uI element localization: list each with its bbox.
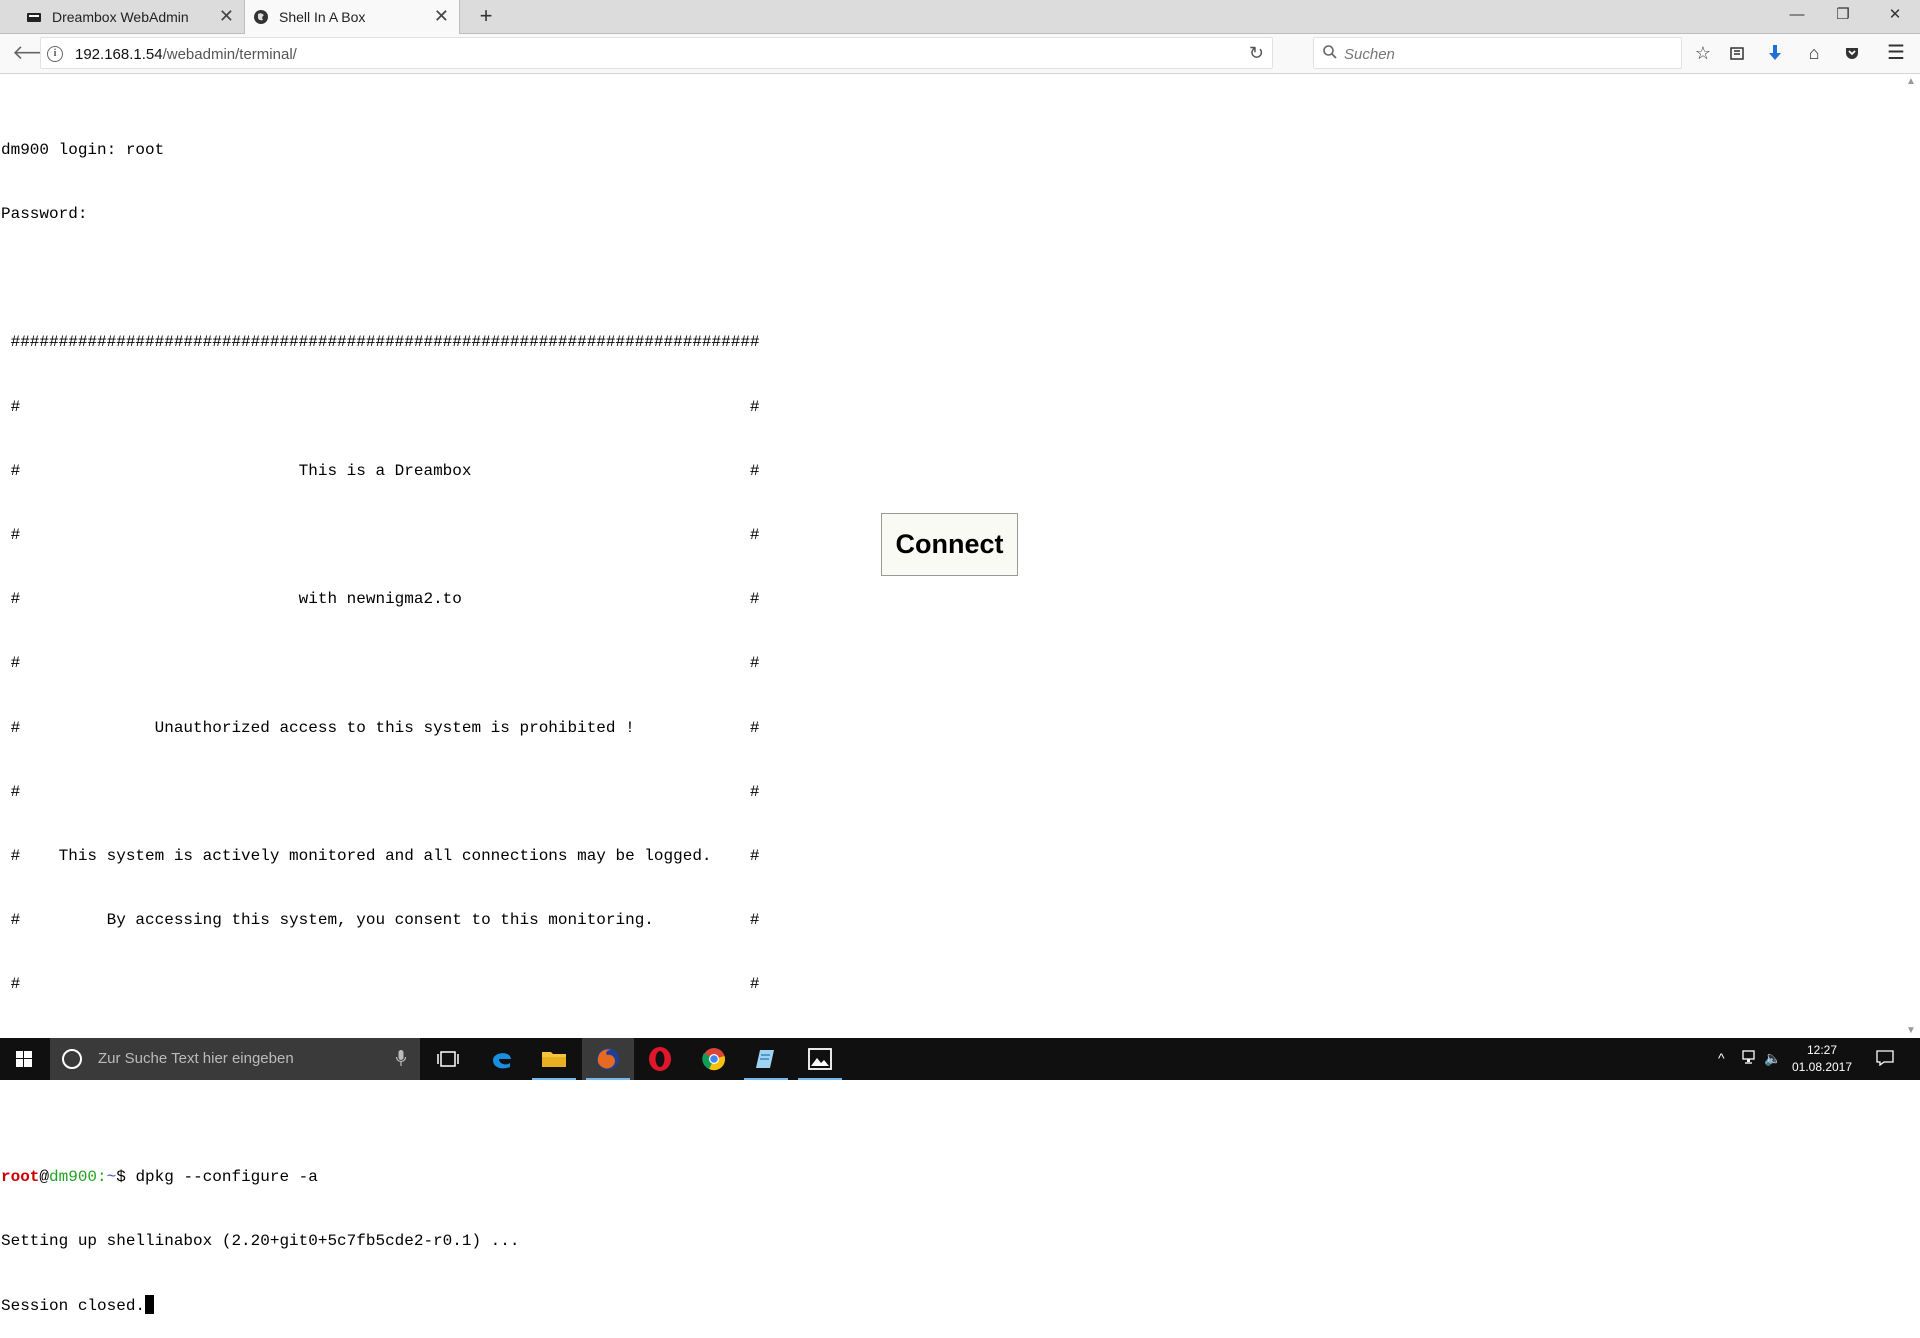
terminal-line: # Unauthorized access to this system is … — [1, 718, 760, 737]
taskbar-clock[interactable]: 12:27 01.08.2017 — [1782, 1042, 1862, 1076]
terminal-line: # This system is actively monitored and … — [1, 847, 760, 866]
terminal-line: # # — [1, 397, 760, 416]
session-closed-line: Session closed. — [1, 1295, 1881, 1316]
menu-icon[interactable]: ☰ — [1885, 42, 1907, 64]
edge-icon[interactable] — [476, 1038, 528, 1080]
notepad-icon[interactable] — [740, 1038, 792, 1080]
terminal-cursor — [145, 1295, 155, 1315]
terminal-line: # with newnigma2.to # — [1, 590, 760, 609]
scroll-down-icon[interactable]: ▼ — [1906, 1025, 1916, 1036]
taskbar-search-placeholder: Zur Suche Text hier eingeben — [98, 1050, 294, 1067]
prompt-host: dm900 — [49, 1168, 98, 1187]
connect-button[interactable]: Connect — [881, 513, 1018, 576]
taskbar-search-box[interactable]: Zur Suche Text hier eingeben — [50, 1038, 420, 1080]
terminal-line: # # — [1, 654, 760, 673]
windows-taskbar: Zur Suche Text hier eingeben ^ 🔈 12:27 0… — [0, 1038, 1920, 1080]
minimize-icon[interactable]: — — [1774, 0, 1820, 30]
url-text[interactable]: 192.168.1.54/webadmin/terminal/ — [75, 46, 297, 63]
prompt-separator: : — [97, 1168, 107, 1187]
window-close-icon[interactable]: ✕ — [1872, 0, 1918, 30]
url-bar[interactable]: i 192.168.1.54/webadmin/terminal/ ↻ — [40, 37, 1273, 69]
file-explorer-icon[interactable] — [528, 1038, 580, 1080]
volume-icon[interactable]: 🔈 — [1764, 1050, 1781, 1067]
terminal-output[interactable]: dm900 login: root Password: ############… — [1, 97, 1881, 1338]
network-icon[interactable] — [1742, 1050, 1758, 1067]
tab-label: Dreambox WebAdmin — [52, 8, 189, 25]
prompt-line: root@dm900:~$ dpkg --configure -a — [1, 1167, 1881, 1188]
tab-shell-in-a-box[interactable]: Shell In A Box ✕ — [244, 0, 460, 34]
site-info-icon[interactable]: i — [47, 46, 63, 62]
terminal-line: # This is a Dreambox # — [1, 461, 760, 480]
notification-icon[interactable] — [1876, 1050, 1894, 1066]
chevron-up-icon[interactable]: ^ — [1718, 1050, 1725, 1066]
photos-icon[interactable] — [794, 1038, 846, 1080]
close-icon[interactable]: ✕ — [434, 7, 449, 25]
command-text: dpkg --configure -a — [135, 1168, 318, 1187]
session-closed-text: Session closed. — [1, 1297, 146, 1316]
start-button[interactable] — [0, 1038, 48, 1080]
prompt-path: ~ — [106, 1168, 117, 1187]
terminal-line: # # — [1, 782, 760, 801]
tab-label: Shell In A Box — [279, 9, 366, 25]
reload-icon[interactable]: ↻ — [1249, 43, 1264, 64]
firefox-icon[interactable] — [582, 1038, 634, 1080]
cortana-icon[interactable] — [62, 1049, 82, 1069]
navigation-toolbar: 🡐 i 192.168.1.54/webadmin/terminal/ ↻ Su… — [0, 34, 1920, 74]
microphone-icon[interactable] — [396, 1050, 406, 1067]
terminal-line: ########################################… — [1, 333, 760, 352]
terminal-line: # By accessing this system, you consent … — [1, 911, 760, 930]
terminal-line: Password: — [1, 205, 88, 224]
opera-icon[interactable] — [634, 1038, 686, 1080]
prompt-user: root — [1, 1168, 40, 1187]
back-arrow-icon[interactable]: 🡐 — [12, 42, 66, 64]
terminal-line: Setting up shellinabox (2.20+git0+5c7fb5… — [1, 1232, 520, 1251]
prompt-end: $ — [116, 1168, 136, 1187]
clock-date: 01.08.2017 — [1791, 1060, 1853, 1074]
search-icon — [1323, 45, 1337, 59]
prompt-at: @ — [39, 1168, 50, 1187]
search-bar[interactable]: Suchen — [1313, 37, 1682, 69]
shellinabox-icon — [254, 10, 268, 24]
dreambox-icon — [27, 12, 41, 22]
restore-icon[interactable]: ❐ — [1820, 0, 1866, 30]
terminal-line: dm900 login: root — [1, 140, 165, 159]
page-scrollbar[interactable]: ▲ ▼ — [1903, 74, 1920, 1038]
download-icon[interactable] — [1764, 42, 1786, 64]
terminal-line: # # — [1, 975, 760, 994]
windows-logo-icon — [16, 1051, 32, 1067]
close-icon[interactable]: ✕ — [219, 7, 234, 25]
chrome-icon[interactable] — [688, 1038, 740, 1080]
scroll-up-icon[interactable]: ▲ — [1906, 76, 1916, 87]
bookmarks-library-icon[interactable] — [1726, 42, 1748, 64]
tab-dreambox-webadmin[interactable]: Dreambox WebAdmin ✕ — [0, 0, 244, 33]
task-view-icon[interactable] — [422, 1038, 474, 1080]
pocket-icon[interactable] — [1841, 42, 1863, 64]
home-icon[interactable]: ⌂ — [1803, 42, 1825, 64]
tab-strip: Dreambox WebAdmin ✕ Shell In A Box ✕ + —… — [0, 0, 1920, 34]
new-tab-button[interactable]: + — [474, 4, 498, 28]
search-placeholder: Suchen — [1344, 46, 1395, 63]
clock-time: 12:27 — [1806, 1043, 1838, 1057]
bookmark-star-icon[interactable]: ☆ — [1692, 42, 1714, 64]
